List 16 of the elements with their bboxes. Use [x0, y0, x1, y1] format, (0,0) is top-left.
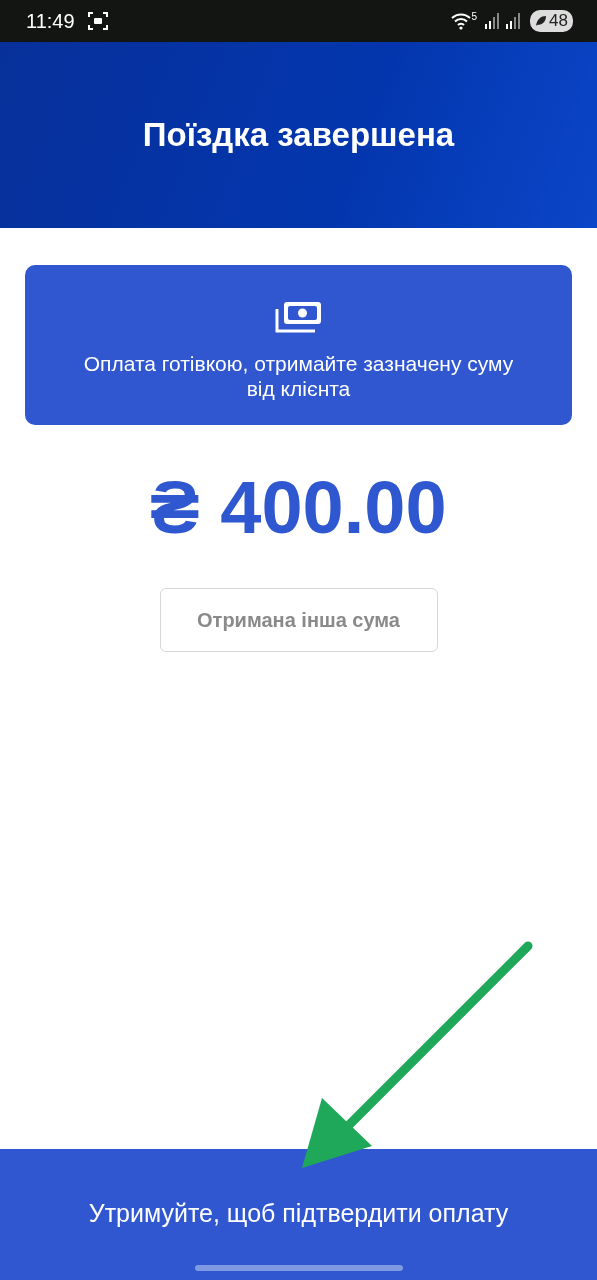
amount-text: ₴ 400.00 [150, 465, 447, 551]
screen-title: Поїздка завершена [142, 116, 455, 154]
payment-message: Оплата готівкою, отримайте зазначену суму від клієнта [82, 351, 515, 402]
status-time: 11:49 [26, 9, 75, 33]
screenshot-icon [87, 12, 108, 30]
signal-icon [505, 13, 522, 29]
wifi-icon [450, 12, 471, 30]
home-indicator[interactable] [194, 1265, 403, 1271]
wifi-label: 5 [471, 10, 478, 22]
confirm-label: Утримуйте, щоб підтвердити оплату [88, 1199, 509, 1228]
other-amount-button[interactable]: Отримана інша сума [159, 588, 438, 653]
battery-level: 48 [549, 11, 568, 31]
confirm-bar[interactable]: Утримуйте, щоб підтвердити оплату [0, 1149, 597, 1280]
leaf-icon [535, 15, 548, 27]
cash-icon [273, 299, 324, 333]
signal-icon [484, 13, 501, 29]
